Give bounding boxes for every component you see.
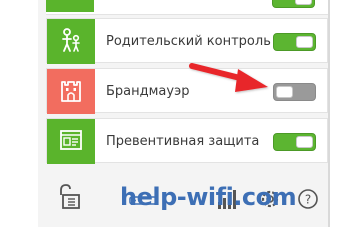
parental-control-icon	[56, 25, 86, 59]
parental-control-toggle[interactable]	[273, 33, 316, 51]
toggle-knob	[276, 86, 293, 98]
feature-row-parental-control: Родительский контроль	[46, 18, 328, 64]
firewall-toggle[interactable]	[273, 83, 316, 101]
toggle-knob	[296, 136, 313, 148]
toggle-knob	[296, 36, 313, 48]
panel-scroll-edge	[328, 0, 330, 227]
feature-row-proactive-protection: Превентивная защита	[46, 118, 328, 164]
feature-label: Родительский контроль	[106, 34, 271, 49]
app-window: Родительский контроль Брандмауэр Превент…	[0, 0, 340, 227]
feature-tile	[46, 0, 94, 12]
feature-row-firewall: Брандмауэр	[46, 68, 328, 114]
feature-row-partial	[46, 0, 328, 15]
feature-label: Брандмауэр	[106, 84, 190, 99]
toggle-knob	[295, 0, 312, 5]
lock-icon[interactable]	[57, 183, 83, 215]
feature-label: Превентивная защита	[106, 134, 260, 149]
feature-tile	[47, 119, 95, 164]
watermark-text: help-wifi.com	[120, 183, 297, 211]
feature-tile	[47, 69, 95, 114]
feature-tile	[47, 19, 95, 64]
proactive-protection-icon	[57, 126, 85, 158]
help-icon[interactable]: ?	[296, 187, 320, 215]
feature-toggle-partial[interactable]	[272, 0, 315, 8]
proactive-protection-toggle[interactable]	[273, 133, 316, 151]
firewall-castle-icon	[57, 76, 85, 108]
svg-text:?: ?	[305, 193, 311, 207]
